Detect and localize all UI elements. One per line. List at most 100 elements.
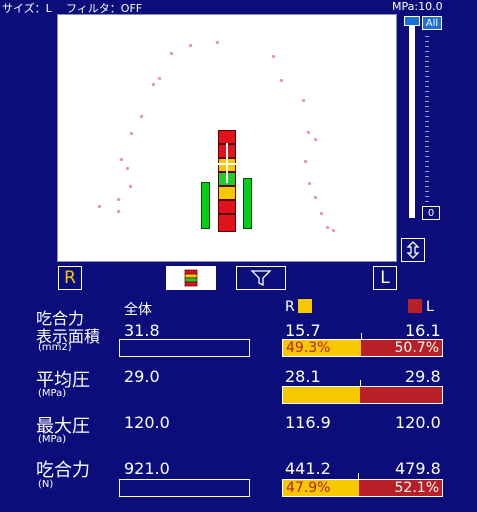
slider-value-label: 0 — [422, 206, 440, 220]
l-side-label: L — [380, 268, 390, 288]
occlusion-scan-view[interactable] — [57, 14, 397, 262]
force-ratio-r-pct: 47.9% — [286, 480, 331, 496]
area-ratio-l-fill: 50.7% — [361, 340, 442, 356]
row-r-value: 116.9 — [285, 413, 331, 432]
pressure-segment — [218, 200, 236, 214]
slider-tick — [425, 156, 429, 157]
slider-tick — [425, 66, 429, 67]
slider-tick — [425, 191, 429, 192]
contact-dot — [117, 210, 120, 213]
contact-dot — [130, 132, 133, 135]
slider-tick — [425, 51, 429, 52]
avg-pressure-bar — [282, 386, 443, 404]
filter-icon — [250, 270, 272, 287]
force-bar-right — [243, 178, 252, 229]
column-view-button[interactable] — [166, 266, 216, 290]
contact-dot — [140, 115, 143, 118]
col-header-r-text: R — [285, 299, 295, 315]
slider-tick — [425, 196, 429, 197]
contact-dot — [170, 52, 173, 55]
slider-tick — [425, 141, 429, 142]
column-view-icon — [184, 269, 198, 287]
contact-dot — [158, 77, 161, 80]
slider-all-label[interactable]: All — [422, 16, 442, 30]
slider-tick — [425, 201, 429, 202]
slider-tick — [425, 186, 429, 187]
slider-tick — [425, 56, 429, 57]
force-ratio-l-fill: 52.1% — [359, 480, 442, 496]
contact-dot — [126, 167, 129, 170]
contact-dot — [308, 182, 311, 185]
slider-tick — [425, 106, 429, 107]
pressure-segment — [218, 214, 236, 232]
contact-dot — [117, 198, 120, 201]
slider-tick — [425, 136, 429, 137]
slider-tick — [425, 76, 429, 77]
col-header-l-text: L — [426, 299, 434, 315]
area-ratio-r-fill: 49.3% — [283, 340, 362, 356]
slider-tick — [425, 151, 429, 152]
contact-dot — [304, 160, 307, 163]
slider-tick — [425, 161, 429, 162]
row-l-value: 479.8 — [395, 459, 441, 478]
center-crosshair-icon — [226, 143, 228, 183]
threshold-slider-thumb[interactable] — [404, 16, 420, 26]
threshold-slider-track[interactable] — [409, 22, 415, 218]
r-side-label: R — [64, 268, 76, 288]
col-header-r: R — [285, 299, 312, 315]
pressure-segment — [218, 186, 236, 200]
slider-tick — [425, 121, 429, 122]
l-side-button[interactable]: L — [373, 266, 397, 290]
area-ratio-r-pct: 49.3% — [286, 340, 331, 356]
row-l-value: 29.8 — [405, 367, 441, 386]
size-status: サイズ：L — [2, 2, 52, 15]
r-side-button[interactable]: R — [58, 266, 82, 290]
slider-tick — [425, 36, 429, 37]
row-all-value: 921.0 — [124, 459, 170, 478]
row-unit: (MPa) — [38, 434, 67, 445]
force-bar-left — [201, 182, 210, 229]
row-all-value: 31.8 — [124, 321, 160, 340]
contact-dot — [320, 212, 323, 215]
avg-pressure-r-fill — [283, 387, 361, 403]
row-r-value: 15.7 — [285, 321, 321, 340]
contact-dot — [120, 158, 123, 161]
contact-dot — [314, 196, 317, 199]
area-ratio-bar: 49.3% 50.7% — [282, 339, 443, 357]
contact-dot — [98, 205, 101, 208]
slider-tick — [425, 116, 429, 117]
slider-tick — [425, 126, 429, 127]
slider-tick — [425, 166, 429, 167]
contact-dot — [189, 44, 192, 47]
swap-button[interactable] — [401, 238, 425, 262]
slider-tick — [425, 101, 429, 102]
row-r-value: 441.2 — [285, 459, 331, 478]
contact-dot — [307, 131, 310, 134]
slider-tick — [425, 176, 429, 177]
all-value-box — [119, 479, 250, 497]
slider-tick — [425, 61, 429, 62]
slider-tick — [425, 86, 429, 87]
col-header-all: 全体 — [124, 302, 152, 318]
slider-tick — [425, 91, 429, 92]
r-color-swatch — [297, 299, 312, 313]
swap-icon — [406, 241, 420, 259]
area-ratio-l-pct: 50.7% — [394, 340, 439, 356]
filter-button[interactable] — [236, 266, 286, 290]
mpa-status: MPa:10.0 — [392, 0, 443, 13]
row-all-value: 120.0 — [124, 413, 170, 432]
slider-tick — [425, 131, 429, 132]
contact-dot — [326, 226, 329, 229]
slider-tick — [425, 41, 429, 42]
row-l-value: 16.1 — [405, 321, 441, 340]
slider-tick — [425, 46, 429, 47]
contact-dot — [314, 138, 317, 141]
contact-dot — [216, 41, 219, 44]
row-r-value: 28.1 — [285, 367, 321, 386]
contact-dot — [129, 185, 132, 188]
avg-pressure-l-fill — [360, 387, 442, 403]
slider-tick — [425, 146, 429, 147]
slider-tick — [425, 181, 429, 182]
slider-tick — [425, 171, 429, 172]
row-all-value: 29.0 — [124, 367, 160, 386]
